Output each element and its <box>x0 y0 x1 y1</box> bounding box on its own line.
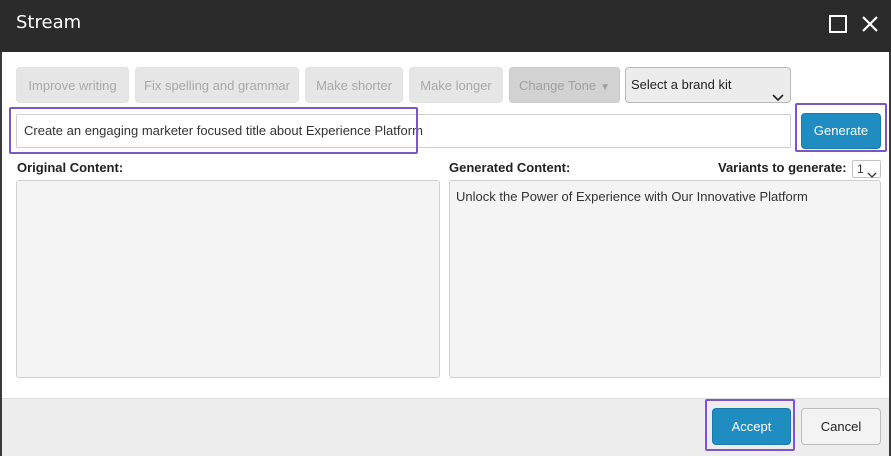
brand-kit-select[interactable]: Select a brand kit <box>625 67 791 103</box>
prompt-highlight <box>9 107 418 154</box>
generated-content-label: Generated Content: <box>449 160 571 175</box>
window-title: Stream <box>16 12 82 33</box>
chevron-down-icon <box>772 81 784 115</box>
generate-highlight <box>795 103 887 152</box>
accept-highlight <box>705 399 795 451</box>
close-icon[interactable] <box>858 12 882 36</box>
original-content-textarea[interactable] <box>16 180 440 378</box>
variants-label: Variants to generate: <box>718 160 847 175</box>
change-tone-button[interactable]: Change Tone ▼ <box>509 67 620 103</box>
original-content-label: Original Content: <box>17 160 124 175</box>
fix-spelling-button[interactable]: Fix spelling and grammar <box>135 67 299 103</box>
caret-down-icon: ▼ <box>600 82 610 93</box>
cancel-button[interactable]: Cancel <box>801 408 881 445</box>
change-tone-label: Change Tone <box>518 78 597 93</box>
title-bar: Stream <box>0 0 891 52</box>
variants-selected: 1 <box>857 162 864 176</box>
variants-select[interactable]: 1 <box>852 160 881 178</box>
generated-content-textarea[interactable]: Unlock the Power of Experience with Our … <box>449 180 881 378</box>
improve-writing-button[interactable]: Improve writing <box>16 67 129 103</box>
brand-kit-selected: Select a brand kit <box>631 77 732 92</box>
maximize-icon[interactable] <box>826 12 850 36</box>
make-longer-button[interactable]: Make longer <box>409 67 503 103</box>
make-shorter-button[interactable]: Make shorter <box>305 67 403 103</box>
